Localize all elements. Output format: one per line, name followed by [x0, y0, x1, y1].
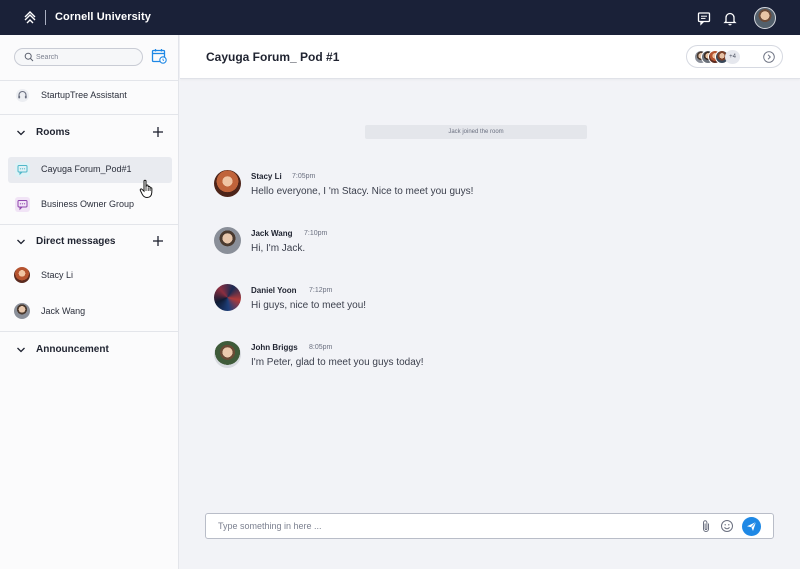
chevron-right-icon[interactable]	[763, 51, 775, 63]
message-author[interactable]: John Briggs	[251, 343, 298, 352]
sidebar-divider	[0, 331, 178, 332]
message-text: I'm Peter, glad to meet you guys today!	[251, 357, 424, 368]
message-author[interactable]: Stacy Li	[251, 172, 282, 181]
message-item: Jack Wang 7:10pm Hi, I'm Jack.	[214, 227, 634, 263]
chat-header: Cayuga Forum_ Pod #1 +4	[180, 35, 800, 79]
logo-icon[interactable]	[22, 9, 38, 25]
sidebar-item-stacy-li[interactable]: Stacy Li	[8, 263, 172, 289]
room-members-button[interactable]: +4	[686, 45, 783, 68]
message-time: 8:05pm	[309, 344, 333, 351]
message-text: Hello everyone, I 'm Stacy. Nice to meet…	[251, 186, 474, 197]
sidebar-item-startuptree-assistant[interactable]: StartupTree Assistant	[8, 83, 172, 109]
system-message: Jack joined the room	[365, 125, 587, 139]
message-text: Hi, I'm Jack.	[251, 243, 306, 254]
top-navigation-bar: Cornell University	[0, 0, 800, 35]
avatar[interactable]	[214, 284, 241, 311]
direct-messages-section-header[interactable]: Direct messages	[14, 233, 166, 251]
send-button[interactable]	[742, 517, 761, 536]
member-count-badge: +4	[725, 50, 740, 64]
user-avatar[interactable]	[754, 7, 776, 29]
sidebar-divider	[0, 80, 178, 81]
avatar[interactable]	[214, 341, 241, 368]
sidebar-item-label: Business Owner Group	[41, 199, 135, 209]
avatar[interactable]	[214, 170, 241, 197]
room-title: Cayuga Forum_ Pod #1	[206, 50, 340, 64]
rooms-section-header[interactable]: Rooms	[14, 124, 166, 142]
add-direct-message-icon[interactable]	[152, 235, 164, 247]
message-composer[interactable]	[205, 513, 774, 539]
chevron-down-icon[interactable]	[16, 128, 26, 138]
chat-icon[interactable]	[696, 10, 712, 26]
search-input[interactable]	[36, 50, 136, 64]
message-text: Hi guys, nice to meet you!	[251, 300, 367, 311]
sidebar-item-label: Jack Wang	[41, 306, 86, 316]
sidebar-item-label: Cayuga Forum_Pod#1	[41, 164, 132, 174]
announcement-section-header[interactable]: Announcement	[14, 341, 166, 359]
emoji-icon[interactable]	[720, 519, 734, 533]
announcement-title: Announcement	[36, 344, 109, 355]
chat-bubble-icon	[15, 197, 30, 212]
search-icon	[24, 52, 34, 62]
message-time: 7:10pm	[304, 230, 328, 237]
message-author[interactable]: Daniel Yoon	[251, 286, 297, 295]
message-item: Daniel Yoon 7:12pm Hi guys, nice to meet…	[214, 284, 634, 320]
hand-cursor-icon	[139, 179, 153, 199]
sidebar-divider	[0, 224, 178, 225]
message-input[interactable]	[218, 519, 688, 533]
message-item: John Briggs 8:05pm I'm Peter, glad to me…	[214, 341, 634, 377]
chevron-down-icon[interactable]	[16, 345, 26, 355]
message-item: Stacy Li 7:05pm Hello everyone, I 'm Sta…	[214, 170, 634, 206]
avatar	[14, 303, 30, 319]
send-icon	[747, 521, 757, 531]
chat-bubble-icon	[15, 162, 30, 177]
bell-icon[interactable]	[722, 10, 738, 26]
message-author[interactable]: Jack Wang	[251, 229, 293, 238]
sidebar-item-label: StartupTree Assistant	[41, 90, 127, 100]
message-time: 7:12pm	[309, 287, 333, 294]
brand-name[interactable]: Cornell University	[55, 11, 151, 23]
avatar	[14, 267, 30, 283]
direct-messages-title: Direct messages	[36, 236, 116, 247]
sidebar-divider	[0, 114, 178, 115]
sidebar-item-label: Stacy Li	[41, 270, 74, 280]
sidebar: StartupTree Assistant Rooms Cayuga Forum…	[0, 35, 179, 569]
add-room-icon[interactable]	[152, 126, 164, 138]
chevron-down-icon[interactable]	[16, 237, 26, 247]
avatar[interactable]	[214, 227, 241, 254]
message-time: 7:05pm	[292, 173, 316, 180]
logo-divider	[45, 10, 46, 25]
rooms-title: Rooms	[36, 127, 70, 138]
calendar-icon[interactable]	[151, 48, 167, 64]
headset-icon	[16, 89, 29, 102]
sidebar-item-jack-wang[interactable]: Jack Wang	[8, 299, 172, 325]
search-box[interactable]	[14, 48, 143, 66]
paperclip-icon[interactable]	[699, 519, 713, 533]
